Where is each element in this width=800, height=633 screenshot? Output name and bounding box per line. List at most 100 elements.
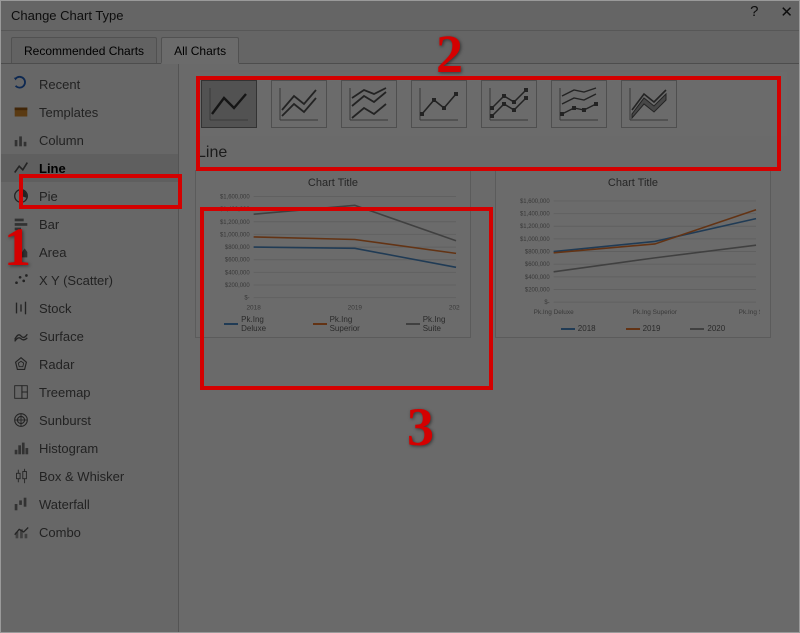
box-icon bbox=[11, 466, 31, 486]
sidebar-item-box[interactable]: Box & Whisker bbox=[1, 462, 178, 490]
stock-icon bbox=[11, 298, 31, 318]
sidebar-item-label: X Y (Scatter) bbox=[39, 273, 113, 288]
templates-icon bbox=[11, 102, 31, 122]
svg-text:$200,000: $200,000 bbox=[525, 287, 550, 293]
sidebar-item-surface[interactable]: Surface bbox=[1, 322, 178, 350]
sidebar-item-templates[interactable]: Templates bbox=[1, 98, 178, 126]
column-icon bbox=[11, 130, 31, 150]
sidebar-item-label: Line bbox=[39, 161, 66, 176]
chart-preview-1-title: Chart Title bbox=[206, 177, 460, 189]
recent-icon bbox=[11, 74, 31, 94]
surface-icon bbox=[11, 326, 31, 346]
sidebar-item-label: Treemap bbox=[39, 385, 91, 400]
svg-text:$400,000: $400,000 bbox=[525, 275, 550, 281]
line-subtype-icon bbox=[556, 84, 602, 124]
svg-text:$-: $- bbox=[544, 300, 549, 306]
sidebar-item-label: Radar bbox=[39, 357, 74, 372]
chart-subtype-button[interactable] bbox=[341, 80, 397, 128]
waterfall-icon bbox=[11, 494, 31, 514]
legend-entry: Pk.Ing Suite bbox=[388, 315, 460, 333]
svg-text:$1,400,000: $1,400,000 bbox=[520, 212, 550, 218]
sidebar-item-label: Pie bbox=[39, 189, 58, 204]
chart-type-heading: Line bbox=[195, 136, 787, 170]
close-icon[interactable]: ✕ bbox=[780, 3, 793, 21]
pie-icon bbox=[11, 186, 31, 206]
chart-subtype-button[interactable] bbox=[201, 80, 257, 128]
sidebar-item-radar[interactable]: Radar bbox=[1, 350, 178, 378]
combo-icon bbox=[11, 522, 31, 542]
sidebar-item-label: Recent bbox=[39, 77, 80, 92]
sidebar-item-label: Templates bbox=[39, 105, 98, 120]
annotation-number-2: 2 bbox=[436, 23, 463, 85]
dialog-body: Recent Templates Column Line Pie Bar Area X Y (… bbox=[1, 64, 799, 633]
chart-preview-row: Chart Title $1,600,000 $1,400,000 $1,200,0… bbox=[195, 170, 787, 338]
line-icon bbox=[11, 158, 31, 178]
sidebar-item-histogram[interactable]: Histogram bbox=[1, 434, 178, 462]
legend-entry: Pk.Ing Superior bbox=[294, 315, 377, 333]
sidebar-item-label: Sunburst bbox=[39, 413, 91, 428]
sidebar-item-sunburst[interactable]: Sunburst bbox=[1, 406, 178, 434]
legend-entry: 2019 bbox=[606, 324, 661, 333]
line-subtype-icon bbox=[626, 84, 672, 124]
svg-text:Pk.Ing Deluxe: Pk.Ing Deluxe bbox=[534, 309, 574, 316]
svg-text:$1,200,000: $1,200,000 bbox=[520, 224, 550, 230]
chart-preview-1-legend: Pk.Ing DeluxePk.Ing SuperiorPk.Ing Suite bbox=[206, 315, 460, 333]
sidebar-item-combo[interactable]: Combo bbox=[1, 518, 178, 546]
change-chart-type-dialog: Change Chart Type ? ✕ Recommended Charts… bbox=[0, 0, 800, 633]
chart-preview-1-plot: $1,600,000$1,400,000$1,200,000$1,000,000… bbox=[206, 191, 460, 313]
sidebar-item-label: Stock bbox=[39, 301, 72, 316]
chart-subtype-button[interactable] bbox=[411, 80, 467, 128]
content-area: Line Chart Title $1,600,000 $1,400,000 $1,… bbox=[179, 64, 799, 633]
svg-text:2020: 2020 bbox=[449, 305, 460, 312]
sidebar-item-label: Combo bbox=[39, 525, 81, 540]
chart-type-sidebar: Recent Templates Column Line Pie Bar Area X Y (… bbox=[1, 64, 179, 633]
titlebar: Change Chart Type ? ✕ bbox=[1, 1, 799, 31]
legend-entry: 2020 bbox=[670, 324, 725, 333]
sidebar-item-label: Surface bbox=[39, 329, 84, 344]
svg-text:$200,000: $200,000 bbox=[225, 283, 250, 289]
line-subtype-icon bbox=[346, 84, 392, 124]
sidebar-item-waterfall[interactable]: Waterfall bbox=[1, 490, 178, 518]
chart-preview-2-plot: $1,600,000$1,400,000$1,200,000$1,000,000… bbox=[506, 191, 760, 322]
sidebar-item-treemap[interactable]: Treemap bbox=[1, 378, 178, 406]
sidebar-item-label: Column bbox=[39, 133, 84, 148]
svg-text:$1,000,000: $1,000,000 bbox=[220, 232, 250, 238]
annotation-number-1: 1 bbox=[4, 216, 31, 278]
line-subtype-icon bbox=[416, 84, 462, 124]
sidebar-item-label: Waterfall bbox=[39, 497, 90, 512]
chart-subtype-button[interactable] bbox=[551, 80, 607, 128]
annotation-number-3: 3 bbox=[407, 396, 434, 458]
svg-text:$800,000: $800,000 bbox=[225, 245, 250, 251]
chart-preview-2-legend: 201820192020 bbox=[506, 324, 760, 333]
sidebar-item-line[interactable]: Line bbox=[1, 154, 178, 182]
sidebar-item-stock[interactable]: Stock bbox=[1, 294, 178, 322]
help-icon[interactable]: ? bbox=[750, 3, 758, 21]
chart-subtype-button[interactable] bbox=[271, 80, 327, 128]
svg-text:$800,000: $800,000 bbox=[525, 250, 550, 256]
line-subtype-icon bbox=[486, 84, 532, 124]
sidebar-item-label: Histogram bbox=[39, 441, 98, 456]
chart-preview-1[interactable]: Chart Title $1,600,000$1,400,000$1,200,0… bbox=[195, 170, 471, 338]
svg-text:$1,600,000: $1,600,000 bbox=[220, 194, 250, 200]
svg-text:$600,000: $600,000 bbox=[225, 258, 250, 264]
svg-text:2019: 2019 bbox=[348, 305, 363, 312]
chart-subtype-button[interactable] bbox=[481, 80, 537, 128]
dialog-title: Change Chart Type bbox=[11, 8, 124, 23]
sidebar-item-recent[interactable]: Recent bbox=[1, 70, 178, 98]
tab-strip: Recommended Charts All Charts bbox=[1, 31, 799, 64]
chart-preview-2-title: Chart Title bbox=[506, 177, 760, 189]
svg-text:Pk.Ing Suite: Pk.Ing Suite bbox=[739, 309, 760, 316]
tab-recommended-charts[interactable]: Recommended Charts bbox=[11, 37, 157, 63]
sidebar-item-column[interactable]: Column bbox=[1, 126, 178, 154]
sidebar-item-pie[interactable]: Pie bbox=[1, 182, 178, 210]
chart-subtype-button[interactable] bbox=[621, 80, 677, 128]
tab-all-charts[interactable]: All Charts bbox=[161, 37, 239, 64]
sidebar-item-label: Bar bbox=[39, 217, 59, 232]
svg-text:$1,600,000: $1,600,000 bbox=[520, 199, 550, 205]
sidebar-item-label: Area bbox=[39, 245, 66, 260]
chart-subtype-row bbox=[195, 72, 787, 136]
svg-text:$1,200,000: $1,200,000 bbox=[220, 220, 250, 226]
sidebar-item-label: Box & Whisker bbox=[39, 469, 124, 484]
svg-text:$-: $- bbox=[244, 296, 249, 302]
chart-preview-2[interactable]: Chart Title $1,600,000 $1,400,000 $1,200,0… bbox=[495, 170, 771, 338]
